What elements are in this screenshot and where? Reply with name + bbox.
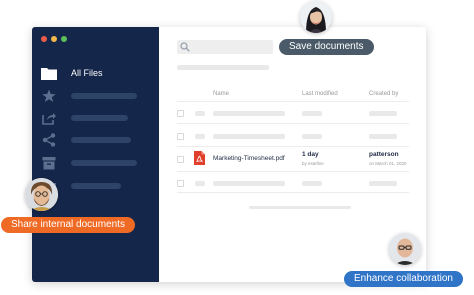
created-placeholder xyxy=(369,134,397,139)
breadcrumb-placeholder xyxy=(177,65,269,70)
modified-by-value: by estefine xyxy=(302,161,324,166)
last-modified-value: 1 day xyxy=(302,151,319,158)
column-header-name[interactable]: Name xyxy=(213,91,229,97)
man-avatar xyxy=(25,178,58,211)
sidebar: All Files xyxy=(32,27,159,282)
row-checkbox[interactable] xyxy=(177,180,184,187)
woman-avatar xyxy=(300,1,332,33)
save-documents-callout: Save documents xyxy=(279,39,374,55)
row-checkbox[interactable] xyxy=(177,110,184,117)
maximize-dot[interactable] xyxy=(61,36,67,42)
name-placeholder xyxy=(213,111,285,116)
name-placeholder xyxy=(213,134,285,139)
modified-placeholder xyxy=(302,181,322,186)
file-name-link[interactable]: Marketing-Timesheet.pdf xyxy=(213,155,285,162)
minimize-dot[interactable] xyxy=(51,36,57,42)
sidebar-item-network[interactable] xyxy=(41,132,131,148)
window-controls xyxy=(41,36,67,42)
divider xyxy=(177,192,409,193)
divider xyxy=(177,171,409,172)
sidebar-item-placeholder xyxy=(71,183,121,189)
sidebar-item-archive[interactable] xyxy=(41,155,137,171)
enhance-collaboration-callout: Enhance collaboration xyxy=(344,271,463,287)
search-icon xyxy=(180,42,190,52)
divider xyxy=(177,101,409,102)
icon-placeholder xyxy=(195,181,205,186)
name-placeholder xyxy=(213,181,285,186)
created-date-value: on March 01, 2020 xyxy=(369,161,407,166)
sidebar-item-starred[interactable] xyxy=(41,88,137,104)
close-dot[interactable] xyxy=(41,36,47,42)
sidebar-item-placeholder xyxy=(71,137,131,143)
folder-icon xyxy=(41,65,57,81)
modified-placeholder xyxy=(302,134,322,139)
file-browser: Name Last modified Created by Marketing-… xyxy=(159,27,426,282)
row-checkbox[interactable] xyxy=(177,156,184,163)
share-icon xyxy=(41,110,57,126)
sidebar-item-all-files[interactable]: All Files xyxy=(41,65,103,81)
created-by-value: patterson xyxy=(369,151,399,158)
sidebar-item-shared[interactable] xyxy=(41,110,128,126)
icon-placeholder xyxy=(195,111,205,116)
archive-icon xyxy=(41,155,57,171)
pdf-file-icon xyxy=(194,151,205,165)
sidebar-item-placeholder xyxy=(71,115,128,121)
sidebar-item-label: All Files xyxy=(71,68,103,78)
older-man-avatar xyxy=(389,233,421,265)
created-placeholder xyxy=(369,111,397,116)
sidebar-item-placeholder xyxy=(71,93,137,99)
created-placeholder xyxy=(369,181,397,186)
app-window: All Files Name Last modified Created by … xyxy=(32,27,426,282)
star-icon xyxy=(41,88,57,104)
column-header-created-by[interactable]: Created by xyxy=(369,91,398,97)
column-header-last-modified[interactable]: Last modified xyxy=(302,91,338,97)
share-internal-documents-callout: Share internal documents xyxy=(1,217,135,233)
divider xyxy=(177,123,409,124)
divider xyxy=(177,146,409,147)
network-share-icon xyxy=(41,132,57,148)
modified-placeholder xyxy=(302,111,322,116)
search-input[interactable] xyxy=(177,40,273,54)
sidebar-item-placeholder xyxy=(71,160,137,166)
row-checkbox[interactable] xyxy=(177,133,184,140)
horizontal-scrollbar[interactable] xyxy=(249,206,351,209)
icon-placeholder xyxy=(195,134,205,139)
